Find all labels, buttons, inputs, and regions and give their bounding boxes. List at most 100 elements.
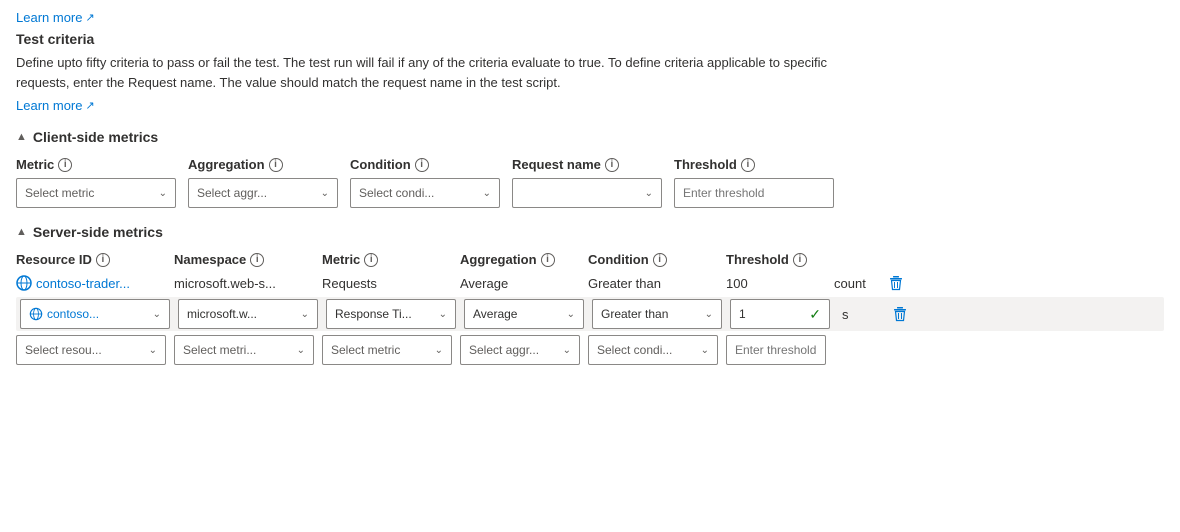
- server-empty-condition-placeholder: Select condi...: [597, 343, 672, 357]
- edit-condition-chevron-icon: ⌄: [705, 309, 713, 320]
- server-empty-threshold-wrapper: [726, 335, 826, 365]
- metric-info-icon[interactable]: i: [58, 158, 72, 172]
- client-metric-select[interactable]: Select metric ⌄: [16, 178, 176, 208]
- requestname-info-icon[interactable]: i: [605, 158, 619, 172]
- edit-metric-chevron-icon: ⌄: [439, 309, 447, 320]
- server-condition-info-icon[interactable]: i: [653, 253, 667, 267]
- server-aggregation-header: Aggregation i: [460, 252, 580, 267]
- server-edit-threshold-input-display[interactable]: 1 ✓: [730, 299, 830, 329]
- server-empty-resourceid-select[interactable]: Select resou... ⌄: [16, 335, 166, 365]
- edit-resourceid-chevron-icon: ⌄: [153, 309, 161, 320]
- server-edit-aggregation-select[interactable]: Average ⌄: [464, 299, 584, 329]
- learn-more-bottom-label: Learn more: [16, 98, 82, 113]
- server-empty-metric-select[interactable]: Select metric ⌄: [322, 335, 452, 365]
- server-empty-condition-select[interactable]: Select condi... ⌄: [588, 335, 718, 365]
- static-condition-value-1: Greater than: [588, 276, 661, 291]
- server-empty-aggregation-placeholder: Select aggr...: [469, 343, 539, 357]
- server-edit-resourceid-select[interactable]: contoso... ⌄: [20, 299, 170, 329]
- client-side-section-header[interactable]: ▲ Client-side metrics: [16, 129, 1164, 145]
- server-edit-namespace-select[interactable]: microsoft.w... ⌄: [178, 299, 318, 329]
- server-static-row-1: contoso-trader... microsoft.web-s... Req…: [16, 273, 1164, 293]
- static-threshold-value-1: 100: [726, 276, 748, 291]
- server-edit-row: contoso... ⌄ microsoft.w... ⌄ Response T…: [16, 297, 1164, 331]
- client-metric-header: Metric i: [16, 157, 176, 172]
- client-side-header-row: Metric i Aggregation i Condition i Reque…: [16, 157, 1164, 172]
- client-threshold-input[interactable]: [674, 178, 834, 208]
- server-metric-header: Metric i: [322, 252, 452, 267]
- server-edit-threshold-value: 1: [739, 307, 746, 321]
- client-aggregation-select-wrapper: Select aggr... ⌄: [188, 178, 338, 208]
- server-threshold-info-icon[interactable]: i: [793, 253, 807, 267]
- client-condition-placeholder: Select condi...: [359, 186, 434, 200]
- server-edit-namespace-wrapper: microsoft.w... ⌄: [178, 299, 318, 329]
- client-condition-chevron-icon: ⌄: [483, 188, 491, 199]
- server-namespace-header: Namespace i: [174, 252, 314, 267]
- client-requestname-select[interactable]: ⌄: [512, 178, 662, 208]
- condition-info-icon[interactable]: i: [415, 158, 429, 172]
- static-namespace-1: microsoft.web-s...: [174, 276, 314, 291]
- server-edit-condition-wrapper: Greater than ⌄: [592, 299, 722, 329]
- server-empty-namespace-placeholder: Select metri...: [183, 343, 256, 357]
- client-chevron-icon: ▲: [16, 131, 27, 143]
- server-edit-metric-value: Response Ti...: [335, 307, 412, 321]
- server-resourceid-header: Resource ID i: [16, 252, 166, 267]
- server-empty-resourceid-placeholder: Select resou...: [25, 343, 102, 357]
- static-threshold-1: 100: [726, 276, 826, 291]
- server-edit-aggregation-wrapper: Average ⌄: [464, 299, 584, 329]
- static-metric-value-1: Requests: [322, 276, 377, 291]
- empty-resourceid-chevron-icon: ⌄: [149, 345, 157, 356]
- empty-namespace-chevron-icon: ⌄: [297, 345, 305, 356]
- server-empty-namespace-wrapper: Select metri... ⌄: [174, 335, 314, 365]
- server-empty-row: Select resou... ⌄ Select metri... ⌄ Sele…: [16, 335, 1164, 365]
- server-edit-unit-wrapper: s: [838, 307, 888, 322]
- client-aggregation-select[interactable]: Select aggr... ⌄: [188, 178, 338, 208]
- resourceid-info-icon[interactable]: i: [96, 253, 110, 267]
- description-text: Define upto fifty criteria to pass or fa…: [16, 53, 876, 92]
- server-empty-threshold-input[interactable]: [726, 335, 826, 365]
- delete-edit-row-button[interactable]: [892, 306, 908, 322]
- static-condition-1: Greater than: [588, 276, 718, 291]
- server-empty-aggregation-select[interactable]: Select aggr... ⌄: [460, 335, 580, 365]
- server-empty-resourceid-wrapper: Select resou... ⌄: [16, 335, 166, 365]
- external-link-icon-2: ↗: [85, 99, 94, 112]
- client-threshold-input-wrapper: [674, 178, 834, 208]
- learn-more-bottom-link[interactable]: Learn more ↗: [16, 98, 95, 113]
- empty-aggregation-chevron-icon: ⌄: [563, 345, 571, 356]
- server-chevron-icon: ▲: [16, 226, 27, 238]
- server-side-header-row: Resource ID i Namespace i Metric i Aggre…: [16, 252, 1164, 267]
- threshold-info-icon[interactable]: i: [741, 158, 755, 172]
- learn-more-top-link[interactable]: Learn more ↗: [16, 10, 95, 25]
- server-empty-metric-placeholder: Select metric: [331, 343, 400, 357]
- client-threshold-header: Threshold i: [674, 157, 834, 172]
- server-empty-namespace-select[interactable]: Select metri... ⌄: [174, 335, 314, 365]
- delete-row-1-button[interactable]: [888, 275, 904, 291]
- static-metric-1: Requests: [322, 276, 452, 291]
- client-metric-placeholder: Select metric: [25, 186, 94, 200]
- server-edit-unit-value: s: [842, 307, 849, 322]
- server-aggregation-info-icon[interactable]: i: [541, 253, 555, 267]
- client-condition-select-wrapper: Select condi... ⌄: [350, 178, 500, 208]
- namespace-info-icon[interactable]: i: [250, 253, 264, 267]
- globe-icon-1: [16, 275, 32, 291]
- client-condition-select[interactable]: Select condi... ⌄: [350, 178, 500, 208]
- static-unit-value-1: count: [834, 276, 866, 291]
- client-side-input-row: Select metric ⌄ Select aggr... ⌄ Select …: [16, 178, 1164, 208]
- server-edit-action: [892, 306, 922, 322]
- server-side-section-header[interactable]: ▲ Server-side metrics: [16, 224, 1164, 240]
- server-edit-namespace-value: microsoft.w...: [187, 307, 257, 321]
- server-threshold-header: Threshold i: [726, 252, 826, 267]
- server-empty-metric-wrapper: Select metric ⌄: [322, 335, 452, 365]
- external-link-icon: ↗: [85, 11, 94, 24]
- server-edit-metric-select[interactable]: Response Ti... ⌄: [326, 299, 456, 329]
- aggregation-info-icon[interactable]: i: [269, 158, 283, 172]
- server-metric-info-icon[interactable]: i: [364, 253, 378, 267]
- server-edit-condition-select[interactable]: Greater than ⌄: [592, 299, 722, 329]
- empty-condition-chevron-icon: ⌄: [701, 345, 709, 356]
- client-aggregation-placeholder: Select aggr...: [197, 186, 267, 200]
- server-edit-metric-wrapper: Response Ti... ⌄: [326, 299, 456, 329]
- client-side-section-title: Client-side metrics: [33, 129, 158, 145]
- client-metric-select-wrapper: Select metric ⌄: [16, 178, 176, 208]
- edit-namespace-chevron-icon: ⌄: [301, 309, 309, 320]
- empty-metric-chevron-icon: ⌄: [435, 345, 443, 356]
- learn-more-top-label: Learn more: [16, 10, 82, 25]
